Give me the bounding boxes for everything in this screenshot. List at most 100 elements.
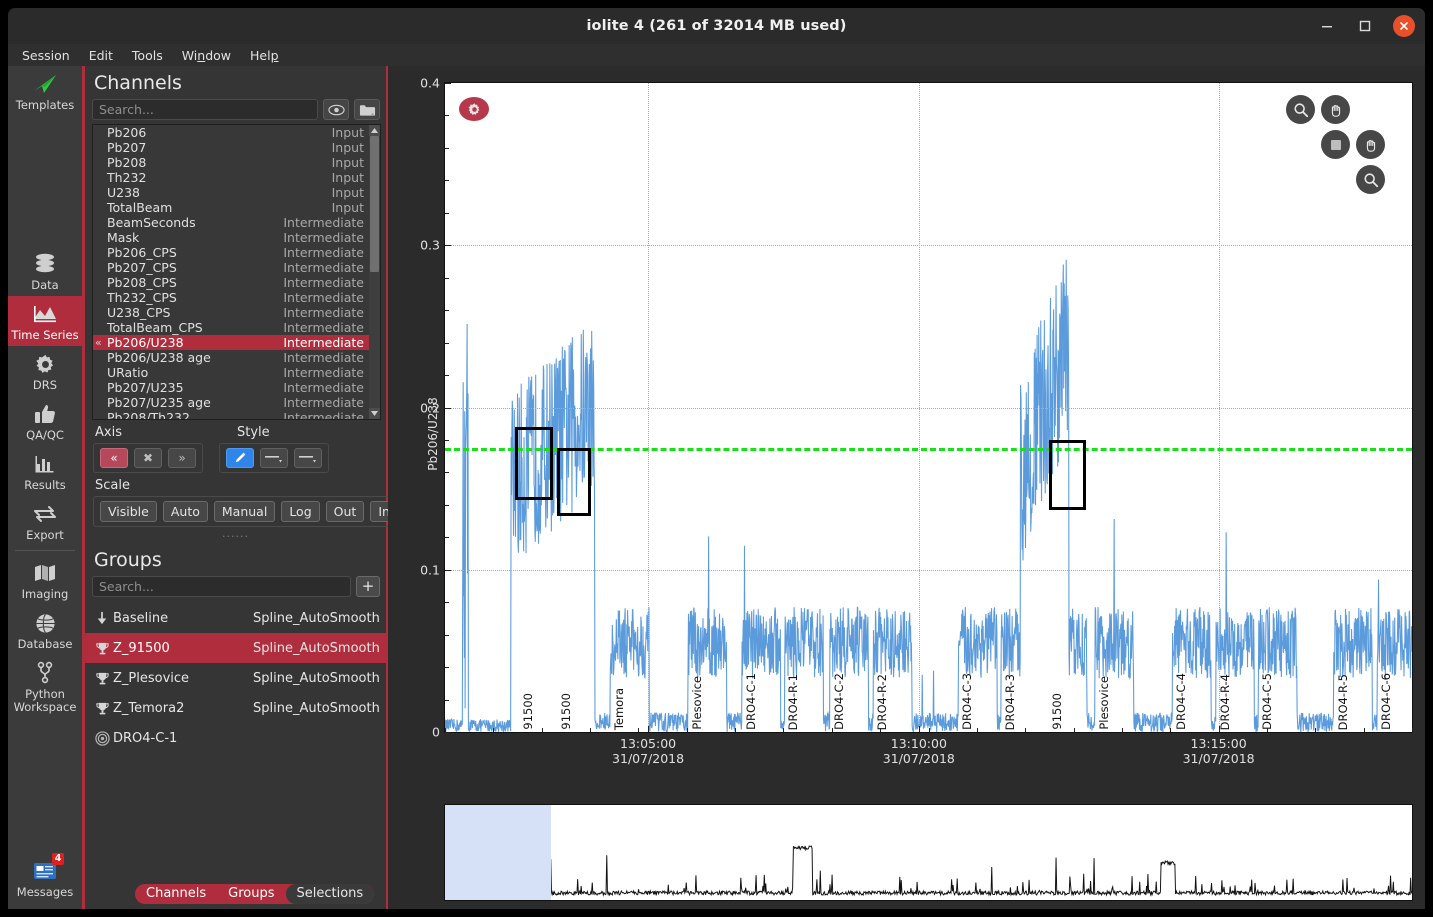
close-icon[interactable] [1393,15,1415,37]
selection-box[interactable] [557,448,592,517]
scale-visible-button[interactable]: Visible [100,501,157,522]
hand-icon [1331,104,1340,117]
group-row[interactable]: Z_Plesovice Spline_AutoSmooth [85,663,386,693]
channel-row[interactable]: BeamSeconds Intermediate [93,215,370,230]
eye-icon[interactable] [323,99,349,120]
group-row[interactable]: DRO4-C-1 [85,723,386,753]
window-controls [1317,8,1415,44]
x-tick-minor [1025,728,1027,732]
bottom-tab-bar: Channels Groups Selections [85,879,386,909]
minimize-icon[interactable] [1317,16,1337,36]
channel-row[interactable]: Th232_CPS Intermediate [93,290,370,305]
line-width-button[interactable] [294,448,322,468]
navigator-selection-region[interactable] [445,805,552,900]
y-tick-mark [445,569,451,571]
x-tick-mark [918,726,920,732]
tab-groups[interactable]: Groups [217,884,285,904]
scale-manual-button[interactable]: Manual [213,501,276,522]
channel-row[interactable]: Pb206/U238 age Intermediate [93,350,370,365]
scale-out-button[interactable]: Out [325,501,365,522]
x-tick-date: 31/07/2018 [612,751,685,766]
menu-session[interactable]: Session [22,48,70,63]
color-picker-button[interactable] [226,448,254,468]
groups-list[interactable]: Baseline Spline_AutoSmooth Z_91500 Spline_A… [85,603,386,753]
sidebar-item-database[interactable]: Database [8,605,84,655]
channel-row[interactable]: U238 Input [93,185,370,200]
channel-row[interactable]: Pb208 Input [93,155,370,170]
menu-tools[interactable]: Tools [132,48,163,63]
channel-row[interactable]: U238_CPS Intermediate [93,305,370,320]
channel-row[interactable]: « Pb206/U238 Intermediate [93,335,370,350]
channel-row[interactable]: Pb207/U235 Intermediate [93,380,370,395]
channel-row[interactable]: Pb208_CPS Intermediate [93,275,370,290]
window-title: iolite 4 (261 of 32014 MB used) [586,18,847,34]
zoom-tool-button[interactable] [1286,95,1315,124]
sample-label: Temora [612,687,627,730]
panel-splitter[interactable]: ······ [85,527,386,543]
channel-row[interactable]: Pb206 Input [93,125,370,140]
add-group-button[interactable]: + [356,576,380,597]
axis-left-button[interactable]: « [100,448,128,468]
sidebar-item-results[interactable]: Results [8,446,84,496]
channel-row[interactable]: TotalBeam Input [93,200,370,215]
tab-channels[interactable]: Channels [135,884,217,904]
channel-name: Pb206/U238 age [107,350,211,365]
sidebar-item-export[interactable]: Export [8,496,84,546]
groups-search-input[interactable] [92,576,351,597]
sidebar-item-qaqc[interactable]: QA/QC [8,396,84,446]
group-row[interactable]: Z_Temora2 Spline_AutoSmooth [85,693,386,723]
sidebar-item-messages[interactable]: 4 Messages [8,853,84,909]
menu-help[interactable]: Help [250,48,279,63]
sidebar-item-data[interactable]: Data [8,246,84,296]
channels-list[interactable]: Pb206 Input Pb207 Input Pb208 Input Th232 Input… [92,124,381,420]
chart-settings-button[interactable] [459,97,489,121]
gear-icon [468,102,479,115]
channel-row[interactable]: TotalBeam_CPS Intermediate [93,320,370,335]
group-row[interactable]: Baseline Spline_AutoSmooth [85,603,386,633]
channel-row[interactable]: Pb208/Th232 Intermediate [93,410,370,419]
axis-right-button[interactable]: » [168,448,196,468]
scroll-up-icon[interactable] [369,125,380,136]
sidebar-item-templates[interactable]: Templates [8,66,84,116]
sidebar-item-drs[interactable]: DRS [8,346,84,396]
map-icon [33,560,57,586]
sample-label: DRO4-C-1 [743,673,758,730]
navigator-overview[interactable] [444,804,1413,901]
menu-window[interactable]: Window [182,48,231,63]
sidebar-item-time-series[interactable]: Time Series [8,296,84,346]
channel-row[interactable]: URatio Intermediate [93,365,370,380]
channel-row[interactable]: Pb206_CPS Intermediate [93,245,370,260]
zoom-tool-button-2[interactable] [1356,165,1385,194]
channel-name: Pb207 [107,140,147,155]
channel-row[interactable]: Pb207/U235 age Intermediate [93,395,370,410]
group-row[interactable]: Z_91500 Spline_AutoSmooth [85,633,386,663]
channel-row[interactable]: Pb207 Input [93,140,370,155]
scale-log-button[interactable]: Log [281,501,320,522]
channel-row[interactable]: Th232 Input [93,170,370,185]
channels-scrollbar[interactable] [369,125,380,419]
selection-box[interactable] [1049,439,1087,510]
panel-tabs: Channels Groups Selections [135,884,375,904]
maximize-icon[interactable] [1355,16,1375,36]
scrollbar-thumb[interactable] [370,136,379,272]
sidebar-item-python-workspace[interactable]: Python Workspace [8,655,84,718]
sidebar-item-imaging[interactable]: Imaging [8,555,84,605]
channels-search-input[interactable] [92,99,318,120]
axis-none-button[interactable]: ✖ [134,448,162,468]
line-style-button[interactable] [260,448,288,468]
sample-label: DRO4-C-6 [1379,673,1394,730]
selection-box[interactable] [514,426,554,500]
hand-icon [1366,139,1375,152]
folder-icon[interactable] [354,99,380,120]
pan-tool-button-2[interactable] [1356,130,1385,159]
menu-edit[interactable]: Edit [89,48,113,63]
time-series-plot[interactable]: 91500 91500 Temora Plesovice DRO4-C-1 DRO4-R-… [420,76,1413,766]
channel-row[interactable]: Mask Intermediate [93,230,370,245]
sample-label: DRO4-R-4 [1217,673,1232,730]
select-tool-button[interactable] [1321,130,1350,159]
tab-selections[interactable]: Selections [285,884,375,904]
pan-tool-button[interactable] [1321,95,1350,124]
channel-row[interactable]: Pb207_CPS Intermediate [93,260,370,275]
scale-auto-button[interactable]: Auto [162,501,208,522]
scroll-down-icon[interactable] [369,408,380,419]
